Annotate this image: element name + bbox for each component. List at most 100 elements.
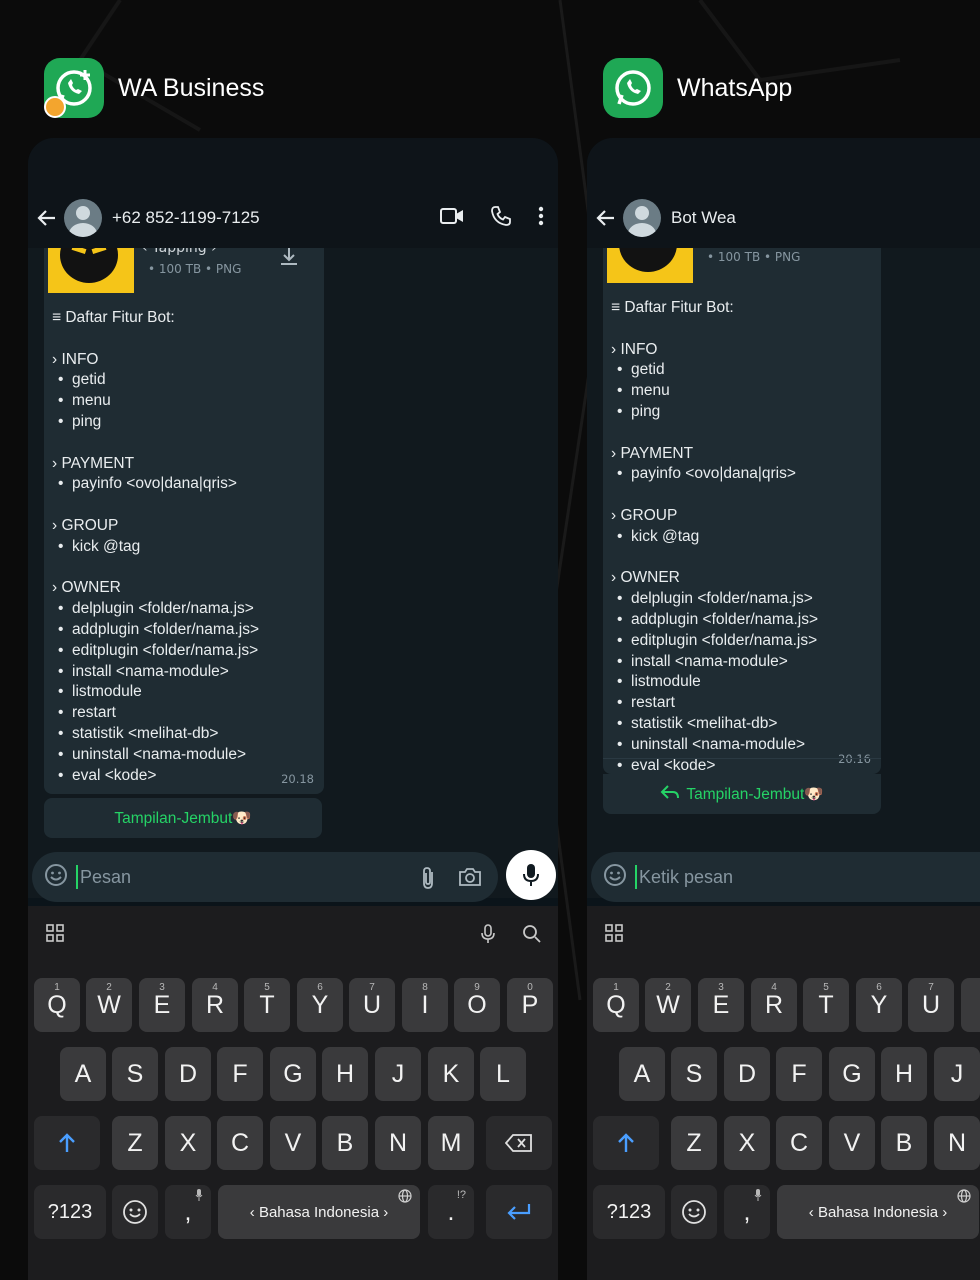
enter-key[interactable] (486, 1185, 552, 1239)
key-i[interactable]: 8I (961, 978, 980, 1032)
key-v[interactable]: V (270, 1116, 316, 1170)
key-m[interactable]: M (428, 1116, 474, 1170)
voice-input-icon[interactable] (480, 924, 496, 948)
key-b[interactable]: B (881, 1116, 927, 1170)
key-z[interactable]: Z (112, 1116, 158, 1170)
grid-icon[interactable] (46, 924, 64, 946)
message-input-bar[interactable]: Ketik pesan (591, 852, 980, 902)
mic-small-icon (754, 1189, 762, 1204)
keyboard[interactable]: 1Q 2W 3E 4R 5T 6Y 7U 8I 9O 0P A S D F G … (28, 906, 558, 1280)
emoji-key[interactable] (671, 1185, 717, 1239)
space-key[interactable]: ‹ Bahasa Indonesia › (218, 1185, 420, 1239)
key-l[interactable]: L (480, 1047, 526, 1101)
attach-icon[interactable] (420, 866, 436, 894)
back-arrow-icon[interactable] (32, 208, 62, 228)
more-vert-icon[interactable] (538, 206, 544, 230)
avatar[interactable] (623, 199, 661, 237)
phone-icon[interactable] (490, 205, 512, 231)
document-thumbnail[interactable] (607, 248, 693, 283)
key-w[interactable]: 2W (86, 978, 132, 1032)
key-e[interactable]: 3E (698, 978, 744, 1032)
comma-key[interactable]: , (724, 1185, 770, 1239)
key-x[interactable]: X (165, 1116, 211, 1170)
key-c[interactable]: C (217, 1116, 263, 1170)
key-u[interactable]: 7U (349, 978, 395, 1032)
key-y[interactable]: 6Y (856, 978, 902, 1032)
recent-app-card-wa-business[interactable]: +62 852-1199-7125 ‹ Yapping › • 100 TB •… (28, 138, 558, 1280)
chat-area[interactable]: • 100 TB • PNG ≡ Daftar Fitur Bot: › INF… (587, 248, 980, 898)
key-o[interactable]: 9O (454, 978, 500, 1032)
key-j[interactable]: J (375, 1047, 421, 1101)
sticker-icon[interactable] (44, 863, 68, 891)
period-key[interactable]: !?. (428, 1185, 474, 1239)
chat-area[interactable]: ‹ Yapping › • 100 TB • PNG ≡ Daftar Fitu… (28, 248, 558, 898)
key-h[interactable]: H (881, 1047, 927, 1101)
backspace-key[interactable] (486, 1116, 552, 1170)
key-s[interactable]: S (112, 1047, 158, 1101)
back-arrow-icon[interactable] (591, 208, 621, 228)
message-input[interactable]: Ketik pesan (635, 865, 733, 889)
emoji-key[interactable] (112, 1185, 158, 1239)
key-n[interactable]: N (375, 1116, 421, 1170)
key-c[interactable]: C (776, 1116, 822, 1170)
key-f[interactable]: F (776, 1047, 822, 1101)
key-r[interactable]: 4R (192, 978, 238, 1032)
chat-title[interactable]: +62 852-1199-7125 (112, 208, 260, 228)
symbols-key[interactable]: ?123 (593, 1185, 665, 1239)
message-bubble[interactable]: • 100 TB • PNG ≡ Daftar Fitur Bot: › INF… (603, 248, 881, 774)
key-d[interactable]: D (724, 1047, 770, 1101)
key-x[interactable]: X (724, 1116, 770, 1170)
message-input-bar[interactable]: Pesan (32, 852, 498, 902)
key-f[interactable]: F (217, 1047, 263, 1101)
key-u[interactable]: 7U (908, 978, 954, 1032)
key-r[interactable]: 4R (751, 978, 797, 1032)
key-q[interactable]: 1Q (593, 978, 639, 1032)
keyboard[interactable]: 1Q 2W 3E 4R 5T 6Y 7U 8I A S D F G H J Z … (587, 906, 980, 1280)
key-n[interactable]: N (934, 1116, 980, 1170)
document-thumbnail[interactable] (48, 248, 134, 293)
key-z[interactable]: Z (671, 1116, 717, 1170)
key-i[interactable]: 8I (402, 978, 448, 1032)
key-h[interactable]: H (322, 1047, 368, 1101)
key-k[interactable]: K (428, 1047, 474, 1101)
key-j[interactable]: J (934, 1047, 980, 1101)
key-t[interactable]: 5T (803, 978, 849, 1032)
key-s[interactable]: S (671, 1047, 717, 1101)
mic-button[interactable] (506, 850, 556, 900)
key-w[interactable]: 2W (645, 978, 691, 1032)
symbols-key[interactable]: ?123 (34, 1185, 106, 1239)
download-icon[interactable] (835, 248, 857, 252)
key-d[interactable]: D (165, 1047, 211, 1101)
search-icon[interactable] (522, 924, 542, 948)
key-y[interactable]: 6Y (297, 978, 343, 1032)
camera-icon[interactable] (458, 866, 482, 892)
quick-reply-button[interactable]: Tampilan-Jembut🐶 (44, 798, 322, 838)
chat-title[interactable]: Bot Wea (671, 208, 736, 228)
shift-key[interactable] (34, 1116, 100, 1170)
key-t[interactable]: 5T (244, 978, 290, 1032)
recent-app-card-whatsapp[interactable]: Bot Wea • 100 TB • PNG ≡ Daftar Fitur Bo… (587, 138, 980, 1280)
shift-key[interactable] (593, 1116, 659, 1170)
key-b[interactable]: B (322, 1116, 368, 1170)
space-key[interactable]: ‹ Bahasa Indonesia › (777, 1185, 979, 1239)
key-g[interactable]: G (829, 1047, 875, 1101)
video-call-icon[interactable] (440, 207, 464, 229)
sticker-icon[interactable] (603, 863, 627, 891)
app-header-wa-business[interactable]: WA Business (44, 56, 264, 120)
download-icon[interactable] (278, 248, 300, 272)
app-header-whatsapp[interactable]: WhatsApp (603, 56, 792, 120)
key-v[interactable]: V (829, 1116, 875, 1170)
message-bubble[interactable]: ‹ Yapping › • 100 TB • PNG ≡ Daftar Fitu… (44, 248, 324, 794)
key-g[interactable]: G (270, 1047, 316, 1101)
key-p[interactable]: 0P (507, 978, 553, 1032)
avatar[interactable] (64, 199, 102, 237)
key-e[interactable]: 3E (139, 978, 185, 1032)
comma-key[interactable]: , (165, 1185, 211, 1239)
key-q[interactable]: 1Q (34, 978, 80, 1032)
emoji-icon (682, 1200, 706, 1224)
message-input[interactable]: Pesan (76, 865, 131, 889)
key-a[interactable]: A (60, 1047, 106, 1101)
key-a[interactable]: A (619, 1047, 665, 1101)
quick-reply-button[interactable]: Tampilan-Jembut🐶 (603, 774, 881, 814)
grid-icon[interactable] (605, 924, 623, 946)
